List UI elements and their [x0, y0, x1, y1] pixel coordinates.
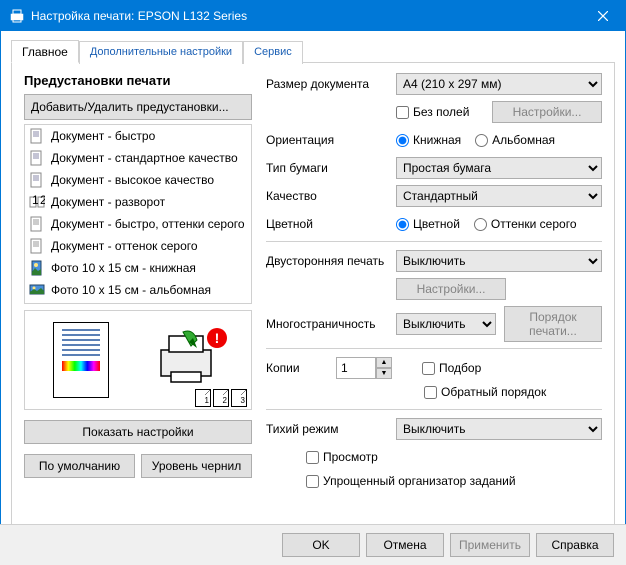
preset-list[interactable]: Документ - быстро Документ - стандартное…	[24, 124, 252, 304]
copies-label: Копии	[266, 361, 336, 375]
preview-checkbox[interactable]	[306, 451, 319, 464]
titlebar: Настройка печати: EPSON L132 Series	[1, 1, 625, 31]
list-item[interactable]: Документ - стандартное качество	[25, 147, 251, 169]
duplex-settings-button: Настройки...	[396, 278, 506, 300]
reverse-order-checkbox[interactable]	[424, 386, 437, 399]
apply-button: Применить	[450, 533, 530, 557]
doc-gray-icon	[29, 238, 45, 254]
quiet-mode-select[interactable]: Выключить	[396, 418, 602, 440]
doc-icon	[29, 150, 45, 166]
collate-checkbox[interactable]	[422, 362, 435, 375]
close-icon	[598, 11, 608, 21]
svg-text:2: 2	[40, 194, 45, 207]
list-item[interactable]: Документ - быстро, оттенки серого	[25, 213, 251, 235]
quality-label: Качество	[266, 189, 396, 203]
list-item[interactable]: Фото 10 х 15 см - альбомная	[25, 279, 251, 301]
show-settings-button[interactable]: Показать настройки	[24, 420, 252, 444]
dialog-footer: OK Отмена Применить Справка	[0, 524, 626, 565]
preview-printer-icon: !	[153, 330, 223, 390]
list-item[interactable]: Документ - оттенок серого	[25, 235, 251, 257]
doc-gray-icon	[29, 216, 45, 232]
borderless-label: Без полей	[413, 105, 469, 119]
printer-icon	[9, 8, 25, 24]
preview-page-icon	[53, 322, 109, 398]
photo-portrait-icon	[29, 260, 45, 276]
tab-advanced[interactable]: Дополнительные настройки	[79, 41, 243, 64]
ink-levels-button[interactable]: Уровень чернил	[141, 454, 252, 478]
orientation-portrait-radio[interactable]	[396, 134, 409, 147]
paper-type-select[interactable]: Простая бумага	[396, 157, 602, 179]
paper-type-label: Тип бумаги	[266, 161, 396, 175]
color-label: Цветной	[266, 217, 396, 231]
ok-button[interactable]: OK	[282, 533, 360, 557]
duplex-select[interactable]: Выключить	[396, 250, 602, 272]
quality-select[interactable]: Стандартный	[396, 185, 602, 207]
copies-down-button[interactable]: ▼	[376, 368, 392, 379]
doc-icon	[29, 172, 45, 188]
doc-size-label: Размер документа	[266, 77, 396, 91]
cancel-button[interactable]: Отмена	[366, 533, 444, 557]
list-item[interactable]: Документ - быстро	[25, 125, 251, 147]
doc-size-select[interactable]: A4 (210 x 297 мм)	[396, 73, 602, 95]
help-button[interactable]: Справка	[536, 533, 614, 557]
multipage-label: Многостраничность	[266, 317, 396, 331]
photo-landscape-icon	[29, 282, 45, 298]
borderless-checkbox[interactable]	[396, 106, 409, 119]
tab-service[interactable]: Сервис	[243, 41, 303, 64]
color-gray-radio[interactable]	[474, 218, 487, 231]
quiet-mode-label: Тихий режим	[266, 422, 396, 436]
defaults-button[interactable]: По умолчанию	[24, 454, 135, 478]
add-remove-presets-button[interactable]: Добавить/Удалить предустановки...	[24, 94, 252, 120]
simple-organizer-checkbox[interactable]	[306, 475, 319, 488]
tab-main[interactable]: Главное	[11, 40, 79, 63]
svg-text:1: 1	[32, 194, 39, 207]
list-item[interactable]: Документ - высокое качество	[25, 169, 251, 191]
copies-up-button[interactable]: ▲	[376, 357, 392, 368]
warning-icon: !	[207, 328, 227, 348]
duplex-label: Двусторонняя печать	[266, 254, 396, 268]
print-order-button: Порядок печати...	[504, 306, 602, 342]
close-button[interactable]	[580, 1, 625, 31]
list-item[interactable]: Фото 10 х 15 см - книжная	[25, 257, 251, 279]
orientation-label: Ориентация	[266, 133, 396, 147]
page-order-icon: 123	[195, 389, 247, 407]
spread-icon: 12	[29, 194, 45, 210]
multipage-select[interactable]: Выключить	[396, 313, 496, 335]
copies-input[interactable]	[336, 357, 376, 379]
tab-bar: Главное Дополнительные настройки Сервис	[11, 39, 615, 63]
presets-heading: Предустановки печати	[24, 73, 252, 88]
preview-area: ! 123	[24, 310, 252, 410]
color-color-radio[interactable]	[396, 218, 409, 231]
orientation-landscape-radio[interactable]	[475, 134, 488, 147]
borderless-settings-button: Настройки...	[492, 101, 602, 123]
doc-icon	[29, 128, 45, 144]
window-title: Настройка печати: EPSON L132 Series	[31, 9, 580, 23]
list-item[interactable]: 12Документ - разворот	[25, 191, 251, 213]
